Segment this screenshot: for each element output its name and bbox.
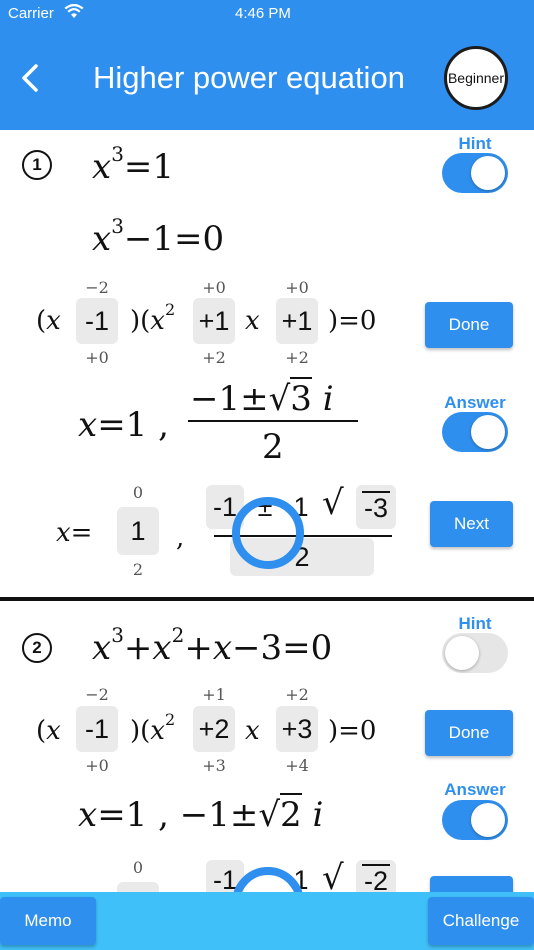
memo-button[interactable]: Memo bbox=[0, 897, 96, 945]
toggle-knob bbox=[471, 803, 505, 837]
header-bar: Carrier 4:46 PM Higher power equation Be… bbox=[0, 0, 534, 130]
input-comma: , bbox=[176, 523, 185, 553]
page-title: Higher power equation bbox=[93, 60, 405, 95]
factor-text-close: )=0 bbox=[328, 306, 377, 336]
hint-label-2: Hint bbox=[458, 614, 492, 633]
problem-number-2: 2 bbox=[22, 633, 52, 663]
wifi-icon bbox=[64, 4, 84, 18]
factor2-cell-3[interactable]: +3 bbox=[276, 706, 318, 752]
answer-toggle-1[interactable] bbox=[442, 412, 508, 452]
carrier-label: Carrier bbox=[8, 5, 54, 22]
answer-toggle-2[interactable] bbox=[442, 800, 508, 840]
challenge-button[interactable]: Challenge bbox=[428, 897, 534, 945]
factor2-text-close: )=0 bbox=[328, 716, 377, 746]
factor-cell-1[interactable]: -1 bbox=[76, 298, 118, 344]
problem-number-1: 1 bbox=[22, 150, 52, 180]
factor-text-open: (x bbox=[36, 306, 61, 336]
input-hint-bottom: 2 bbox=[132, 560, 144, 579]
toggle-knob bbox=[471, 156, 505, 190]
factor2-hint-bottom-1: +0 bbox=[85, 756, 109, 775]
factor-hint-top-3: +0 bbox=[285, 278, 309, 297]
sqrt-icon: √ bbox=[268, 379, 291, 419]
factor-hint-bottom-2: +2 bbox=[202, 348, 226, 367]
factor-text-x: x bbox=[245, 306, 260, 336]
factor-cell-2[interactable]: +1 bbox=[193, 298, 235, 344]
next-button-1[interactable]: Next bbox=[430, 501, 513, 547]
factor2-text-open: (x bbox=[36, 716, 61, 746]
factor2-hint-bottom-3: +4 bbox=[285, 756, 309, 775]
problem-list[interactable]: 1 x3=1 Hint x3−1=0 (x −2 -1 +0 )(x2 +0 +… bbox=[0, 130, 534, 892]
answer2-display: x=1 , −1±√2 i bbox=[78, 793, 324, 835]
answer-sqrt-value: 3 bbox=[290, 377, 312, 419]
input-cell-5[interactable]: -3 bbox=[356, 485, 396, 529]
done-button-2[interactable]: Done bbox=[425, 710, 513, 756]
input2-cell-1[interactable] bbox=[117, 882, 159, 892]
done-button-1[interactable]: Done bbox=[425, 302, 513, 348]
step-equation-1: x3−1=0 bbox=[92, 214, 225, 259]
toggle-knob bbox=[471, 415, 505, 449]
input-x-equals: x= bbox=[56, 518, 93, 548]
factor-hint-top-1: −2 bbox=[85, 278, 109, 297]
factor2-hint-top-1: −2 bbox=[85, 685, 109, 704]
factor2-cell-1[interactable]: -1 bbox=[76, 706, 118, 752]
equation-1: x3=1 bbox=[92, 142, 175, 187]
factor2-text-x: x bbox=[245, 716, 260, 746]
fraction-line bbox=[188, 420, 358, 422]
hint-toggle-2[interactable] bbox=[442, 633, 508, 673]
factor2-hint-top-3: +2 bbox=[285, 685, 309, 704]
level-badge[interactable]: Beginner bbox=[444, 46, 508, 110]
clock: 4:46 PM bbox=[235, 5, 291, 22]
factor2-cell-2[interactable]: +2 bbox=[193, 706, 235, 752]
equation-2: x3+x2+x−3=0 bbox=[92, 623, 333, 668]
answer-denominator: 2 bbox=[262, 427, 284, 467]
answer2-sqrt-value: 2 bbox=[280, 793, 302, 835]
answer-label-2: Answer bbox=[444, 780, 506, 799]
hint-toggle-1[interactable] bbox=[442, 153, 508, 193]
input-hint-top: 0 bbox=[132, 483, 144, 502]
back-arrow-icon[interactable] bbox=[14, 60, 50, 96]
factor-hint-bottom-1: +0 bbox=[85, 348, 109, 367]
factor-text-mid: )(x2 bbox=[130, 300, 176, 336]
answer-numerator: −1±√3 i bbox=[190, 377, 334, 419]
factor-cell-3[interactable]: +1 bbox=[276, 298, 318, 344]
factor2-text-mid: )(x2 bbox=[130, 710, 176, 746]
focus-ring bbox=[232, 497, 304, 569]
sqrt-icon: √ bbox=[322, 858, 344, 892]
input2-hint-top: 0 bbox=[132, 858, 144, 877]
input2-cell-4[interactable]: -2 bbox=[356, 860, 396, 892]
section-divider bbox=[0, 597, 534, 601]
factor2-hint-top-2: +1 bbox=[202, 685, 226, 704]
factor2-hint-bottom-2: +3 bbox=[202, 756, 226, 775]
sqrt-icon: √ bbox=[258, 795, 281, 835]
toggle-knob bbox=[445, 636, 479, 670]
answer-x-equals: x=1 , bbox=[78, 405, 169, 445]
factor-hint-top-2: +0 bbox=[202, 278, 226, 297]
input-cell-1[interactable]: 1 bbox=[117, 507, 159, 555]
hint-label-1: Hint bbox=[458, 134, 492, 153]
answer-num-prefix: −1± bbox=[190, 379, 269, 419]
next-button-2[interactable] bbox=[430, 876, 513, 892]
answer-label-1: Answer bbox=[444, 393, 506, 412]
sqrt-icon: √ bbox=[322, 483, 344, 523]
bottom-toolbar: Memo Challenge bbox=[0, 892, 534, 950]
factor-hint-bottom-3: +2 bbox=[285, 348, 309, 367]
